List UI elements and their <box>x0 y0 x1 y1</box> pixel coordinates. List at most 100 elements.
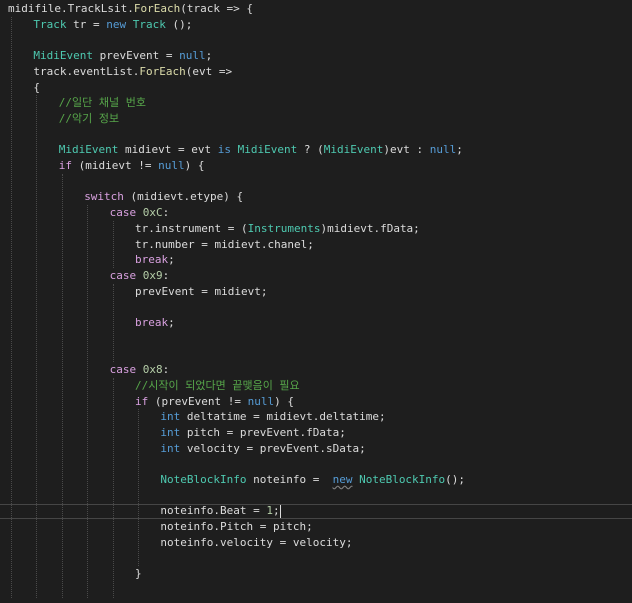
code-token-type: Track <box>132 17 166 31</box>
code-token-type: NoteBlockInfo <box>160 473 247 486</box>
code-token-default: track <box>33 64 67 78</box>
code-token-type: NoteBlockInfo <box>359 473 446 486</box>
code-line[interactable]: tr.instrument = (Instruments)midievt.fDa… <box>135 221 420 237</box>
code-line[interactable]: break; <box>135 315 175 331</box>
code-token-comment: //일단 채널 번호 <box>58 96 147 110</box>
code-line[interactable]: tr.number = midievt.chanel; <box>135 237 314 253</box>
code-line[interactable]: switch (midievt.etype) { <box>84 189 243 205</box>
code-line[interactable]: Track tr = new Track (); <box>33 17 192 33</box>
code-line[interactable]: int velocity = prevEvent.sData; <box>160 441 365 457</box>
code-line[interactable]: case 0xC: <box>110 205 170 221</box>
code-token-default: tr <box>135 237 149 251</box>
code-line[interactable]: prevEvent = midievt; <box>135 284 267 300</box>
code-token-default: ; <box>456 143 463 157</box>
code-line[interactable]: } <box>135 566 142 582</box>
code-token-type: Instruments <box>247 221 321 235</box>
code-token-default: midievt = <box>118 143 192 157</box>
code-line[interactable]: //악기 정보 <box>59 111 119 127</box>
code-token-default: ) { <box>184 159 205 172</box>
code-token-default: = pitch; <box>253 520 313 534</box>
code-token-default: . <box>60 2 68 15</box>
code-line[interactable]: break; <box>135 252 175 268</box>
code-line[interactable]: MidiEvent midievt = evt is MidiEvent ? (… <box>59 142 463 158</box>
code-line[interactable]: midifile.TrackLsit.ForEach(track => { <box>8 1 253 17</box>
code-token-default: Pitch <box>220 520 254 534</box>
code-editor[interactable]: midifile.TrackLsit.ForEach(track => {Tra… <box>0 0 632 603</box>
code-token-keyword: null <box>158 159 185 172</box>
code-line[interactable]: noteinfo.Pitch = pitch; <box>160 519 312 535</box>
code-token-keyword: int <box>160 410 181 424</box>
code-token-type: Track <box>33 17 67 31</box>
code-token-default <box>126 18 133 31</box>
code-token-default: TrackLsit <box>67 2 128 15</box>
code-token-default: Beat <box>220 504 247 518</box>
code-token-default <box>136 363 143 376</box>
code-line[interactable]: //일단 채널 번호 <box>59 95 146 111</box>
code-token-default: . <box>213 535 220 549</box>
code-token-default: (prevEvent != <box>148 394 248 408</box>
code-token-keyword: new <box>332 473 353 486</box>
code-token-default: (); <box>445 473 466 486</box>
code-token-type: MidiEvent <box>237 143 298 157</box>
code-line[interactable]: //시작이 되었다면 끝맺음이 필요 <box>135 378 300 394</box>
code-token-control: case <box>109 206 137 220</box>
code-token-default: eventList <box>73 64 133 78</box>
code-token-default: velocity <box>220 535 273 549</box>
code-line[interactable]: noteinfo.velocity = velocity; <box>160 535 352 551</box>
code-line[interactable]: NoteBlockInfo noteinfo = new NoteBlockIn… <box>160 472 465 488</box>
indent-guide <box>36 95 38 598</box>
code-token-method: ForEach <box>139 64 186 78</box>
code-token-number: 0x9 <box>142 268 163 282</box>
code-token-default <box>211 143 218 156</box>
code-token-default: : <box>162 206 170 220</box>
code-token-default: ? ( <box>297 143 324 157</box>
code-token-default: midifile <box>8 2 61 15</box>
code-line[interactable]: if (prevEvent != null) { <box>135 394 294 410</box>
code-token-default: evt <box>191 143 212 157</box>
code-token-default: = midievt.chanel; <box>194 237 314 251</box>
code-line[interactable]: case 0x9: <box>110 268 170 284</box>
code-token-default: prevEvent = <box>93 49 180 63</box>
code-token-keyword: int <box>160 441 181 455</box>
code-token-type: MidiEvent <box>33 49 93 63</box>
code-token-number: 0x8 <box>142 363 163 377</box>
code-token-keyword: int <box>160 425 181 439</box>
code-line[interactable]: if (midievt != null) { <box>59 158 205 174</box>
code-token-control: case <box>109 268 137 282</box>
indent-guide <box>112 220 114 268</box>
code-token-keyword: is <box>217 143 232 157</box>
code-token-default: } <box>135 567 142 581</box>
code-line[interactable]: { <box>33 80 40 96</box>
code-token-default: = ( <box>221 221 248 235</box>
code-token-default: pitch = prevEvent.fData; <box>180 425 346 439</box>
code-line[interactable]: int deltatime = midievt.deltatime; <box>160 409 385 425</box>
code-token-control: if <box>58 159 73 172</box>
code-token-default: (midievt.etype) { <box>123 190 244 204</box>
code-token-keyword: null <box>179 49 206 63</box>
code-token-default <box>136 206 143 219</box>
code-line[interactable]: int pitch = prevEvent.fData; <box>160 425 345 441</box>
code-token-default: { <box>33 80 41 94</box>
current-line-highlight <box>0 504 632 520</box>
code-line[interactable]: noteinfo.Beat = 1; <box>160 503 281 519</box>
code-token-default: . <box>213 520 220 534</box>
code-token-default: )evt : <box>383 143 430 157</box>
code-token-default: = midievt; <box>194 284 268 298</box>
code-line[interactable]: case 0x8: <box>110 362 170 378</box>
indent-guide <box>87 205 89 598</box>
code-token-default: )midievt.fData; <box>320 221 420 235</box>
code-token-default: noteinfo <box>160 535 214 549</box>
code-line[interactable]: track.eventList.ForEach(evt => <box>33 64 232 80</box>
code-token-default: ; <box>168 253 175 267</box>
code-token-default: (evt => <box>185 64 233 78</box>
code-token-default: deltatime = midievt.deltatime; <box>180 410 386 424</box>
code-token-default: = <box>246 504 267 518</box>
code-token-keyword: null <box>247 394 275 408</box>
text-cursor <box>279 504 281 518</box>
code-token-keyword: new <box>106 17 127 31</box>
code-token-default: . <box>213 504 220 518</box>
code-token-comment: //악기 정보 <box>58 111 120 125</box>
code-token-type: MidiEvent <box>58 143 119 157</box>
indent-guide <box>112 377 114 598</box>
code-line[interactable]: MidiEvent prevEvent = null; <box>33 48 212 64</box>
